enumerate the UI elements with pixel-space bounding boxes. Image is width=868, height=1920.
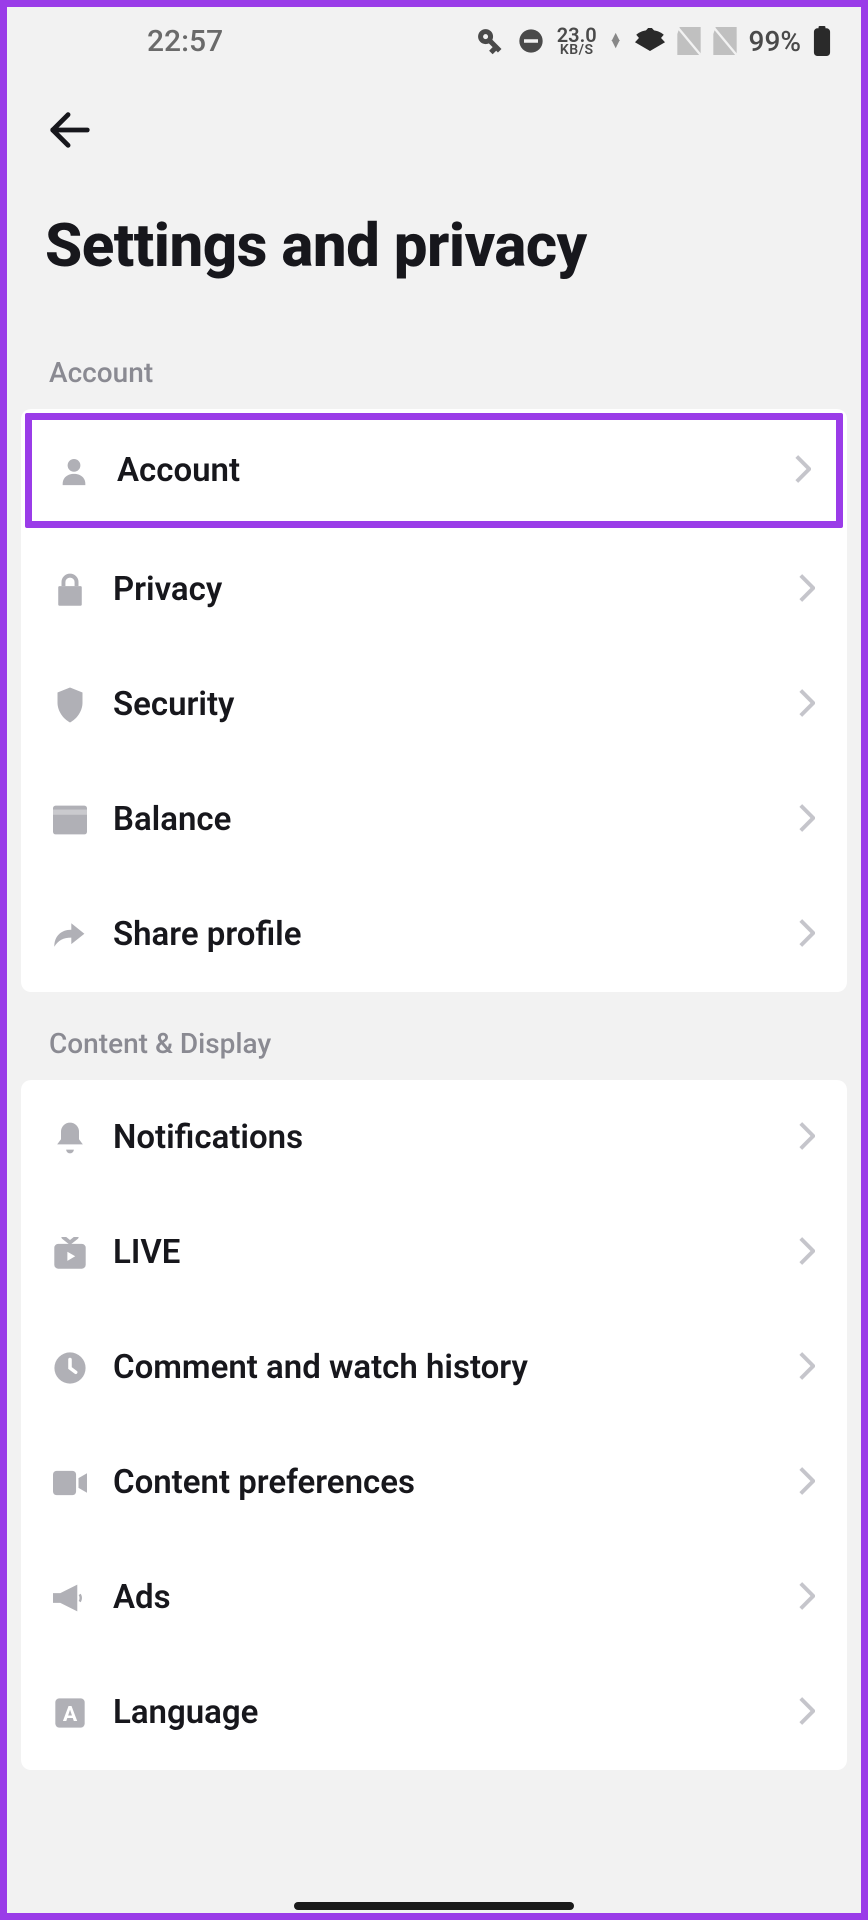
- settings-item-label: Ads: [113, 1578, 773, 1617]
- page-title: Settings and privacy: [45, 210, 823, 281]
- back-button[interactable]: [45, 105, 95, 155]
- settings-item-label: Balance: [113, 800, 773, 839]
- chevron-right-icon: [799, 574, 815, 606]
- tv-icon: [53, 1236, 87, 1270]
- chevron-right-icon: [799, 804, 815, 836]
- section-header-content-display: Content & Display: [7, 992, 861, 1080]
- settings-item-comment-history[interactable]: Comment and watch history: [21, 1310, 847, 1425]
- section-header-account: Account: [7, 321, 861, 409]
- chevron-right-icon: [799, 689, 815, 721]
- settings-item-ads[interactable]: Ads: [21, 1540, 847, 1655]
- settings-item-label: Content preferences: [113, 1463, 773, 1502]
- chevron-right-icon: [799, 1467, 815, 1499]
- data-rate-indicator: 23.0 KB/S: [557, 26, 597, 57]
- settings-item-label: Share profile: [113, 915, 773, 954]
- chevron-right-icon: [799, 1237, 815, 1269]
- language-icon: A: [53, 1696, 87, 1730]
- megaphone-icon: [53, 1581, 87, 1615]
- settings-item-label: Language: [113, 1693, 773, 1732]
- chevron-right-icon: [799, 1122, 815, 1154]
- chevron-right-icon: [799, 1352, 815, 1384]
- share-icon: [53, 918, 87, 952]
- settings-item-live[interactable]: LIVE: [21, 1195, 847, 1310]
- section-list-account: Account Privacy Security: [21, 409, 847, 992]
- svg-text:A: A: [63, 1702, 78, 1727]
- sim-1-icon: [677, 27, 701, 55]
- settings-item-notifications[interactable]: Notifications: [21, 1080, 847, 1195]
- settings-item-language[interactable]: A Language: [21, 1655, 847, 1770]
- settings-item-label: Comment and watch history: [113, 1348, 773, 1387]
- do-not-disturb-icon: [517, 27, 545, 55]
- settings-item-label: Notifications: [113, 1118, 773, 1157]
- shield-icon: [53, 688, 87, 722]
- back-arrow-icon: [47, 107, 93, 153]
- chevron-right-icon: [795, 455, 811, 487]
- settings-item-account[interactable]: Account: [25, 413, 843, 528]
- section-list-content-display: Notifications LIVE Comment and watch h: [21, 1080, 847, 1770]
- chevron-right-icon: [799, 1697, 815, 1729]
- home-indicator[interactable]: [294, 1902, 574, 1910]
- settings-item-privacy[interactable]: Privacy: [21, 532, 847, 647]
- chevron-right-icon: [799, 1582, 815, 1614]
- sim-2-icon: [713, 27, 737, 55]
- settings-item-label: Privacy: [113, 570, 773, 609]
- key-icon: [475, 26, 505, 56]
- battery-percentage: 99%: [749, 25, 801, 58]
- status-icons: 23.0 KB/S ▲▼ 99%: [475, 25, 831, 58]
- settings-item-balance[interactable]: Balance: [21, 762, 847, 877]
- settings-item-label: LIVE: [113, 1233, 773, 1272]
- settings-item-label: Security: [113, 685, 773, 724]
- bell-icon: [53, 1121, 87, 1155]
- data-arrows-icon: ▲▼: [609, 34, 623, 48]
- settings-item-label: Account: [117, 451, 769, 490]
- status-time: 22:57: [147, 24, 223, 59]
- wallet-icon: [53, 803, 87, 837]
- lock-icon: [53, 573, 87, 607]
- chevron-right-icon: [799, 919, 815, 951]
- person-icon: [57, 454, 91, 488]
- status-bar: 22:57 23.0 KB/S ▲▼ 99%: [7, 7, 861, 75]
- clock-icon: [53, 1351, 87, 1385]
- settings-item-share-profile[interactable]: Share profile: [21, 877, 847, 992]
- battery-icon: [813, 26, 831, 56]
- settings-item-security[interactable]: Security: [21, 647, 847, 762]
- settings-item-content-preferences[interactable]: Content preferences: [21, 1425, 847, 1540]
- wifi-icon: [635, 28, 665, 54]
- video-icon: [53, 1466, 87, 1500]
